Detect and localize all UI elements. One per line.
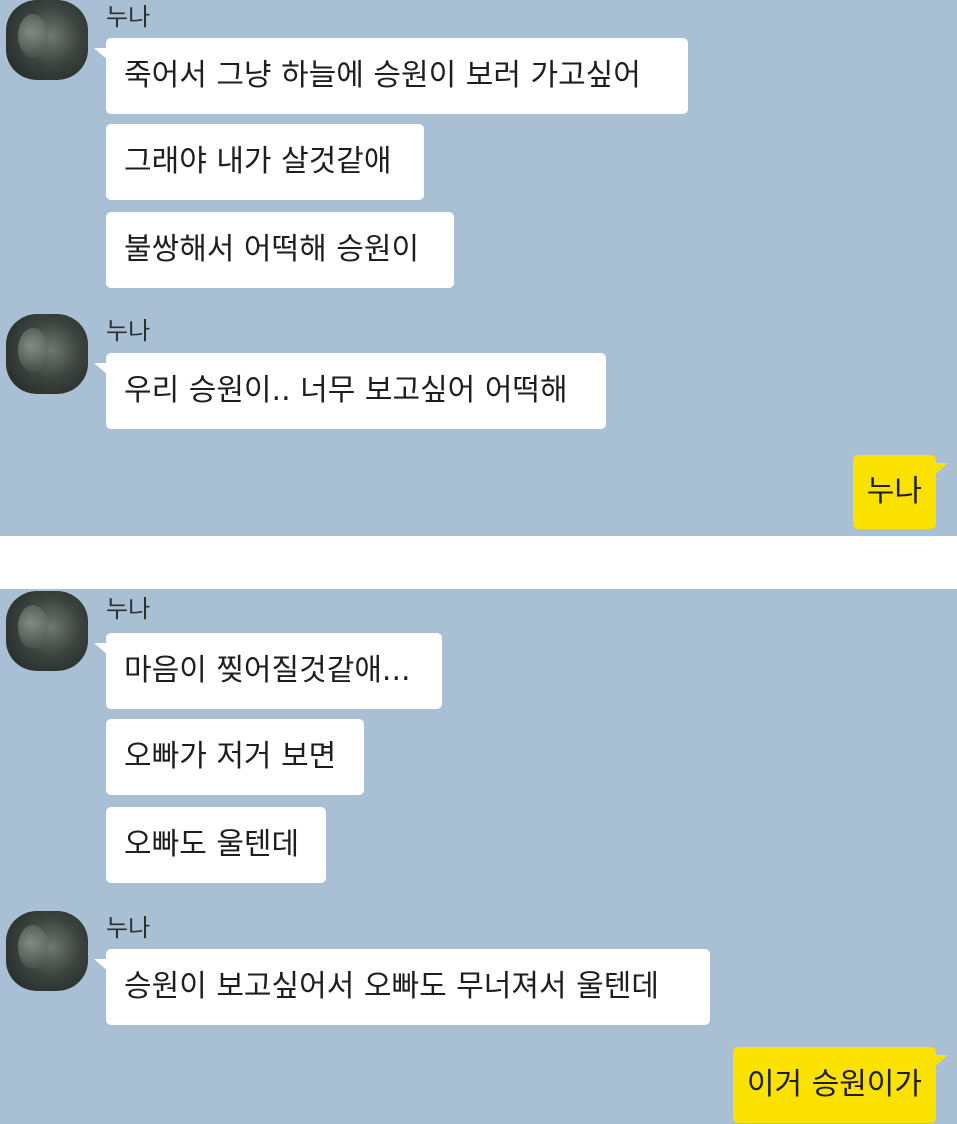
sender-avatar[interactable] bbox=[6, 911, 88, 991]
received-message[interactable]: 승원이 보고싶어서 오빠도 무너져서 울텐데 bbox=[94, 949, 710, 1025]
received-message[interactable]: 오빠가 저거 보면 bbox=[106, 719, 364, 795]
received-message[interactable]: 불쌍해서 어떡해 승원이 bbox=[106, 212, 454, 288]
sender-avatar[interactable] bbox=[6, 591, 88, 671]
avatar-photo bbox=[18, 14, 48, 58]
sender-name: 누나 bbox=[106, 317, 151, 345]
sender-avatar[interactable] bbox=[6, 314, 88, 394]
avatar-photo bbox=[18, 605, 48, 649]
sender-avatar[interactable] bbox=[6, 0, 88, 80]
chat-panel-bottom: 누나 마음이 찢어질것같애... 오빠가 저거 보면 오빠도 울텐데 누나 승원… bbox=[0, 589, 957, 1124]
sender-name: 누나 bbox=[106, 3, 151, 31]
received-message[interactable]: 우리 승원이.. 너무 보고싶어 어떡해 bbox=[94, 353, 606, 429]
received-message[interactable]: 오빠도 울텐데 bbox=[106, 807, 326, 883]
received-message[interactable]: 죽어서 그냥 하늘에 승원이 보러 가고싶어 bbox=[94, 38, 688, 114]
sent-message[interactable]: 누나 bbox=[852, 455, 949, 529]
chat-panel-top: 누나 죽어서 그냥 하늘에 승원이 보러 가고싶어 그래야 내가 살것같애 불쌍… bbox=[0, 0, 957, 536]
received-message[interactable]: 마음이 찢어질것같애... bbox=[94, 633, 442, 709]
sender-name: 누나 bbox=[106, 595, 151, 623]
avatar-photo bbox=[18, 925, 48, 969]
avatar-photo bbox=[18, 328, 48, 372]
received-message[interactable]: 그래야 내가 살것같애 bbox=[106, 124, 424, 200]
sender-name: 누나 bbox=[106, 914, 151, 942]
sent-message[interactable]: 이거 승원이가 bbox=[732, 1047, 949, 1123]
